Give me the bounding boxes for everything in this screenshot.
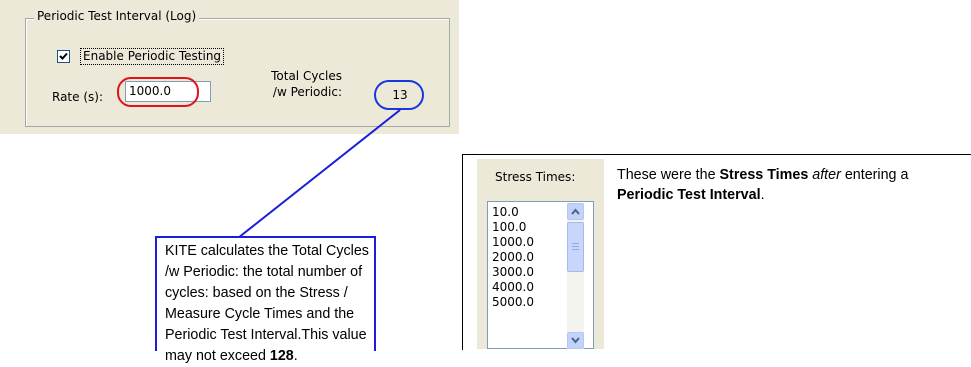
- scroll-down-button[interactable]: [567, 332, 584, 349]
- total-cycles-label: Total Cycles /w Periodic:: [262, 68, 342, 100]
- rate-label: Rate (s):: [52, 90, 103, 104]
- list-item[interactable]: 5000.0: [492, 295, 534, 310]
- group-title: Periodic Test Interval (Log): [34, 9, 200, 23]
- total-cycles-value: 13: [392, 88, 408, 102]
- checkmark-icon: [59, 52, 68, 60]
- list-item[interactable]: 100.0: [492, 220, 534, 235]
- stress-times-title: Stress Times:: [495, 170, 576, 184]
- list-item[interactable]: 1000.0: [492, 235, 534, 250]
- scroll-grip-line: [572, 243, 579, 244]
- stress-times-note: These were the Stress Times after enteri…: [617, 165, 962, 205]
- callout-note-body: KITE calculates the Total Cycles /w Peri…: [165, 243, 369, 364]
- callout-note-text: KITE calculates the Total Cycles /w Peri…: [165, 241, 370, 367]
- list-item[interactable]: 3000.0: [492, 265, 534, 280]
- total-cycles-label-line2: /w Periodic:: [272, 85, 342, 99]
- list-item[interactable]: 4000.0: [492, 280, 534, 295]
- scroll-up-button[interactable]: [567, 203, 584, 220]
- scroll-grip-line: [572, 246, 579, 247]
- stress-times-list: 10.0 100.0 1000.0 2000.0 3000.0 4000.0 5…: [492, 205, 534, 310]
- stress-note-bold1: Stress Times: [719, 167, 809, 183]
- list-item[interactable]: 10.0: [492, 205, 534, 220]
- stress-note-part1: These were the: [617, 167, 720, 183]
- enable-periodic-checkbox[interactable]: [57, 50, 70, 63]
- callout-note-end: .: [293, 348, 298, 364]
- stress-note-italic1: after: [812, 167, 841, 183]
- periodic-test-groupbox: [25, 18, 450, 127]
- stress-note-end: .: [760, 187, 765, 203]
- total-cycles-label-line1: Total Cycles: [271, 69, 342, 83]
- callout-note-limit: 128: [269, 348, 294, 364]
- scroll-grip-line: [572, 249, 579, 250]
- scroll-thumb[interactable]: [567, 222, 584, 272]
- stress-note-part2: entering a: [840, 167, 909, 183]
- rate-input[interactable]: 1000.0: [125, 81, 211, 102]
- stress-note-bold2: Periodic Test Interval: [617, 187, 761, 203]
- chevron-up-icon: [571, 208, 580, 215]
- list-item[interactable]: 2000.0: [492, 250, 534, 265]
- enable-periodic-label[interactable]: Enable Periodic Testing: [80, 48, 225, 65]
- chevron-down-icon: [571, 337, 580, 344]
